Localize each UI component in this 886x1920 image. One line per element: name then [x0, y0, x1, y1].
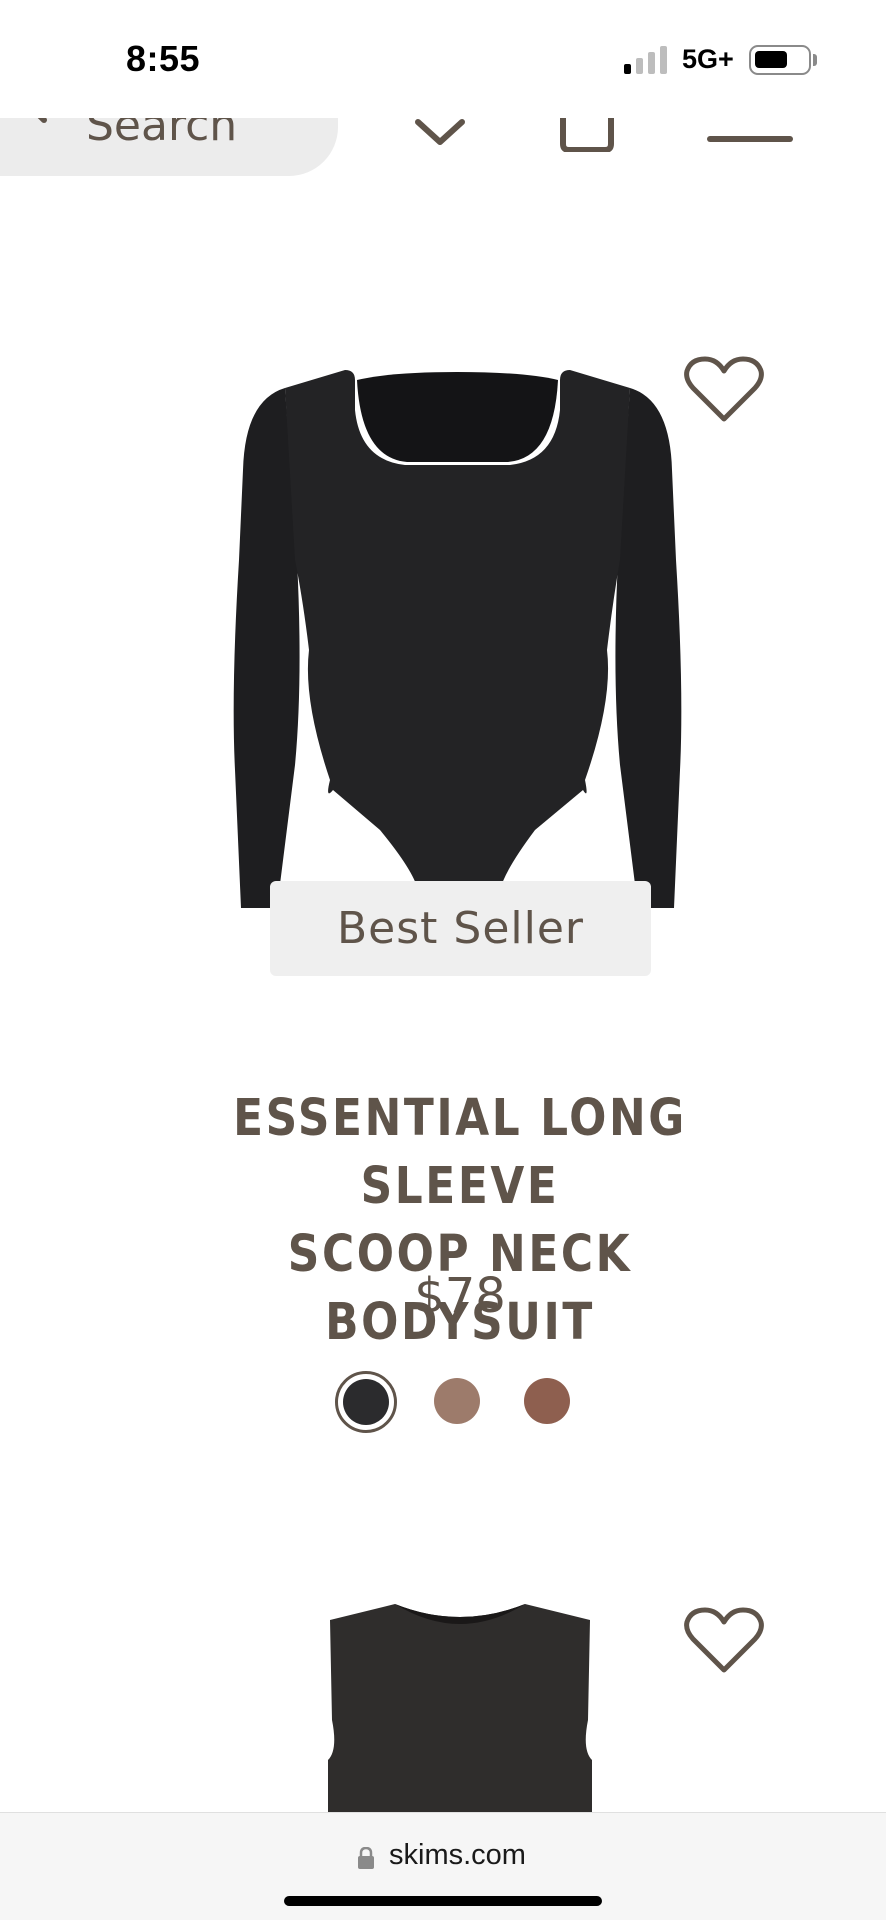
status-time: 8:55: [126, 38, 201, 79]
shopping-bag-icon[interactable]: [557, 118, 617, 152]
url-domain: skims.com: [389, 1839, 526, 1871]
chevron-down-icon[interactable]: [410, 118, 470, 148]
cellular-signal-icon: [624, 46, 667, 74]
color-swatch-taupe[interactable]: [434, 1378, 480, 1424]
best-seller-badge: Best Seller: [270, 881, 651, 976]
heart-icon[interactable]: [683, 1606, 765, 1676]
product-image-bodysuit[interactable]: [225, 360, 690, 920]
browser-url-bar[interactable]: skims.com: [0, 1812, 886, 1920]
product-price: $78: [414, 1268, 506, 1324]
color-swatch-brown[interactable]: [524, 1378, 570, 1424]
home-indicator: [284, 1896, 602, 1906]
lock-icon: [358, 1847, 374, 1869]
battery-icon: [749, 45, 811, 75]
status-bar: 8:55 5G+: [0, 0, 886, 118]
hamburger-menu-icon[interactable]: [707, 136, 793, 142]
product-title-line-1: ESSENTIAL LONG SLEEVE: [233, 1089, 687, 1216]
battery-tip: [813, 54, 817, 66]
heart-icon[interactable]: [683, 355, 765, 425]
site-header: Search: [0, 78, 886, 188]
network-type: 5G+: [682, 44, 734, 74]
product-image-tank[interactable]: [320, 1600, 600, 1815]
color-swatch-black-selected[interactable]: [335, 1371, 397, 1433]
